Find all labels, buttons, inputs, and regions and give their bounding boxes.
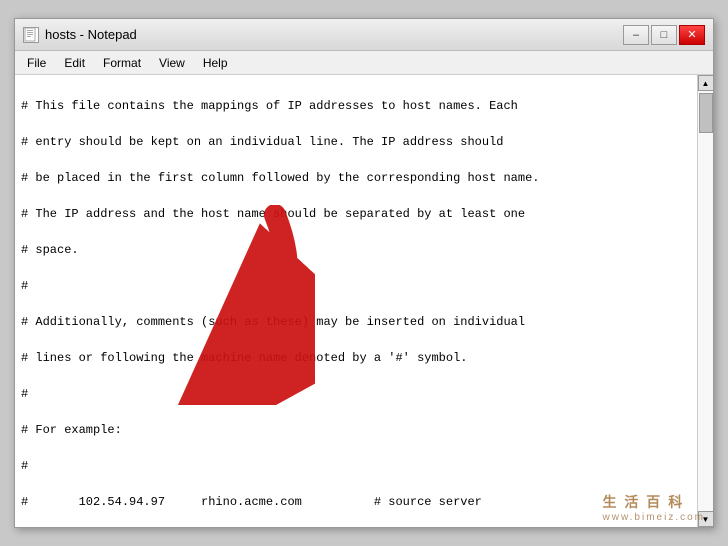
scrollbar[interactable]: ▲ ▼ bbox=[697, 75, 713, 527]
notepad-icon bbox=[23, 27, 39, 43]
line-8: # lines or following the machine name de… bbox=[21, 349, 691, 367]
menu-view[interactable]: View bbox=[151, 54, 193, 72]
line-11: # bbox=[21, 457, 691, 475]
minimize-button[interactable]: – bbox=[623, 25, 649, 45]
line-3: # be placed in the first column followed… bbox=[21, 169, 691, 187]
scroll-down[interactable]: ▼ bbox=[698, 511, 714, 527]
menu-edit[interactable]: Edit bbox=[56, 54, 93, 72]
scrollbar-thumb[interactable] bbox=[699, 93, 713, 133]
title-bar: hosts - Notepad – □ ✕ bbox=[15, 19, 713, 51]
line-4: # The IP address and the host name shoul… bbox=[21, 205, 691, 223]
line-2: # entry should be kept on an individual … bbox=[21, 133, 691, 151]
title-bar-buttons: – □ ✕ bbox=[623, 25, 705, 45]
close-button[interactable]: ✕ bbox=[679, 25, 705, 45]
title-bar-left: hosts - Notepad bbox=[23, 27, 137, 43]
menu-file[interactable]: File bbox=[19, 54, 54, 72]
menu-help[interactable]: Help bbox=[195, 54, 236, 72]
line-12: # 102.54.94.97 rhino.acme.com # source s… bbox=[21, 493, 691, 511]
line-1: # This file contains the mappings of IP … bbox=[21, 97, 691, 115]
notepad-window: hosts - Notepad – □ ✕ File Edit Format V… bbox=[14, 18, 714, 528]
line-7: # Additionally, comments (such as these)… bbox=[21, 313, 691, 331]
editor-area[interactable]: # This file contains the mappings of IP … bbox=[15, 75, 713, 527]
maximize-button[interactable]: □ bbox=[651, 25, 677, 45]
line-5: # space. bbox=[21, 241, 691, 259]
text-content[interactable]: # This file contains the mappings of IP … bbox=[15, 75, 697, 527]
window-title: hosts - Notepad bbox=[45, 27, 137, 42]
scroll-up[interactable]: ▲ bbox=[698, 75, 714, 91]
menu-bar: File Edit Format View Help bbox=[15, 51, 713, 75]
scrollbar-track[interactable] bbox=[698, 91, 713, 511]
line-6: # bbox=[21, 277, 691, 295]
line-10: # For example: bbox=[21, 421, 691, 439]
line-9: # bbox=[21, 385, 691, 403]
menu-format[interactable]: Format bbox=[95, 54, 149, 72]
